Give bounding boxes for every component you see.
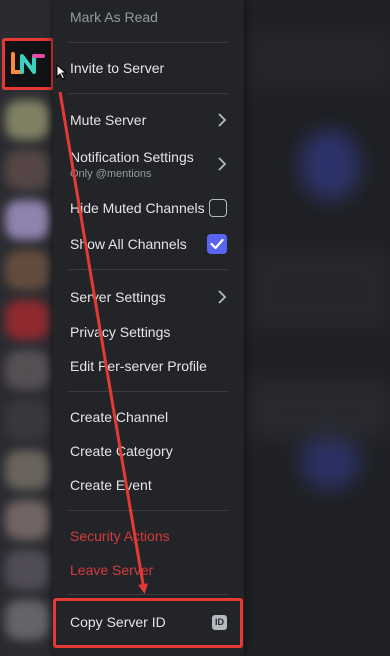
mouse-cursor-icon bbox=[56, 64, 68, 80]
mute-label: Mute Server bbox=[70, 112, 147, 128]
hide-muted-label: Hide Muted Channels bbox=[70, 200, 205, 216]
show-all-channels-item[interactable]: Show All Channels bbox=[61, 229, 236, 259]
create-category-label: Create Category bbox=[70, 443, 173, 459]
server-context-menu: Mark As Read Invite to Server Mute Serve… bbox=[53, 0, 244, 656]
server-icon[interactable] bbox=[5, 250, 49, 290]
create-event-label: Create Event bbox=[70, 477, 152, 493]
mute-server-item[interactable]: Mute Server bbox=[61, 105, 236, 135]
divider bbox=[69, 269, 228, 270]
create-category-item[interactable]: Create Category bbox=[61, 436, 236, 466]
notification-title: Notification Settings bbox=[70, 148, 194, 165]
hide-muted-checkbox[interactable] bbox=[209, 199, 227, 217]
server-icon[interactable] bbox=[5, 400, 49, 440]
privacy-label: Privacy Settings bbox=[70, 324, 171, 340]
leave-label: Leave Server bbox=[70, 562, 154, 578]
mark-as-read-label: Mark As Read bbox=[70, 9, 158, 25]
server-icon[interactable] bbox=[5, 600, 49, 640]
invite-to-server-item[interactable]: Invite to Server bbox=[61, 53, 236, 83]
server-icon[interactable] bbox=[5, 150, 49, 190]
server-icon[interactable] bbox=[5, 350, 49, 390]
server-icon[interactable] bbox=[5, 500, 49, 540]
chevron-right-icon bbox=[218, 290, 227, 304]
server-icon[interactable] bbox=[5, 100, 49, 140]
annotation-highlight-box bbox=[53, 598, 243, 648]
notification-subtitle: Only @mentions bbox=[70, 167, 152, 180]
create-channel-label: Create Channel bbox=[70, 409, 169, 425]
edit-per-server-profile-item[interactable]: Edit Per-server Profile bbox=[61, 351, 236, 381]
chevron-right-icon bbox=[218, 113, 227, 127]
chevron-right-icon bbox=[218, 157, 227, 171]
mark-as-read-item[interactable]: Mark As Read bbox=[61, 2, 236, 32]
server-icon[interactable] bbox=[5, 450, 49, 490]
notification-label: Notification Settings Only @mentions bbox=[70, 149, 194, 180]
leave-server-item[interactable]: Leave Server bbox=[61, 555, 236, 585]
security-label: Security Actions bbox=[70, 528, 170, 544]
create-channel-item[interactable]: Create Channel bbox=[61, 402, 236, 432]
server-logo-icon[interactable] bbox=[2, 38, 54, 90]
show-all-label: Show All Channels bbox=[70, 236, 187, 252]
server-settings-label: Server Settings bbox=[70, 289, 166, 305]
divider bbox=[69, 42, 228, 43]
divider bbox=[69, 93, 228, 94]
divider bbox=[69, 510, 228, 511]
privacy-settings-item[interactable]: Privacy Settings bbox=[61, 317, 236, 347]
security-actions-item[interactable]: Security Actions bbox=[61, 521, 236, 551]
server-settings-item[interactable]: Server Settings bbox=[61, 282, 236, 312]
create-event-item[interactable]: Create Event bbox=[61, 470, 236, 500]
divider bbox=[69, 594, 228, 595]
show-all-checkbox[interactable] bbox=[207, 234, 227, 254]
notification-settings-item[interactable]: Notification Settings Only @mentions bbox=[61, 146, 236, 182]
server-icon[interactable] bbox=[5, 300, 49, 340]
divider bbox=[69, 391, 228, 392]
server-icon[interactable] bbox=[5, 550, 49, 590]
server-icon[interactable] bbox=[5, 200, 49, 240]
hide-muted-channels-item[interactable]: Hide Muted Channels bbox=[61, 193, 236, 223]
invite-label: Invite to Server bbox=[70, 60, 165, 76]
server-list bbox=[0, 0, 54, 656]
checkmark-icon bbox=[210, 238, 224, 250]
edit-profile-label: Edit Per-server Profile bbox=[70, 358, 207, 374]
